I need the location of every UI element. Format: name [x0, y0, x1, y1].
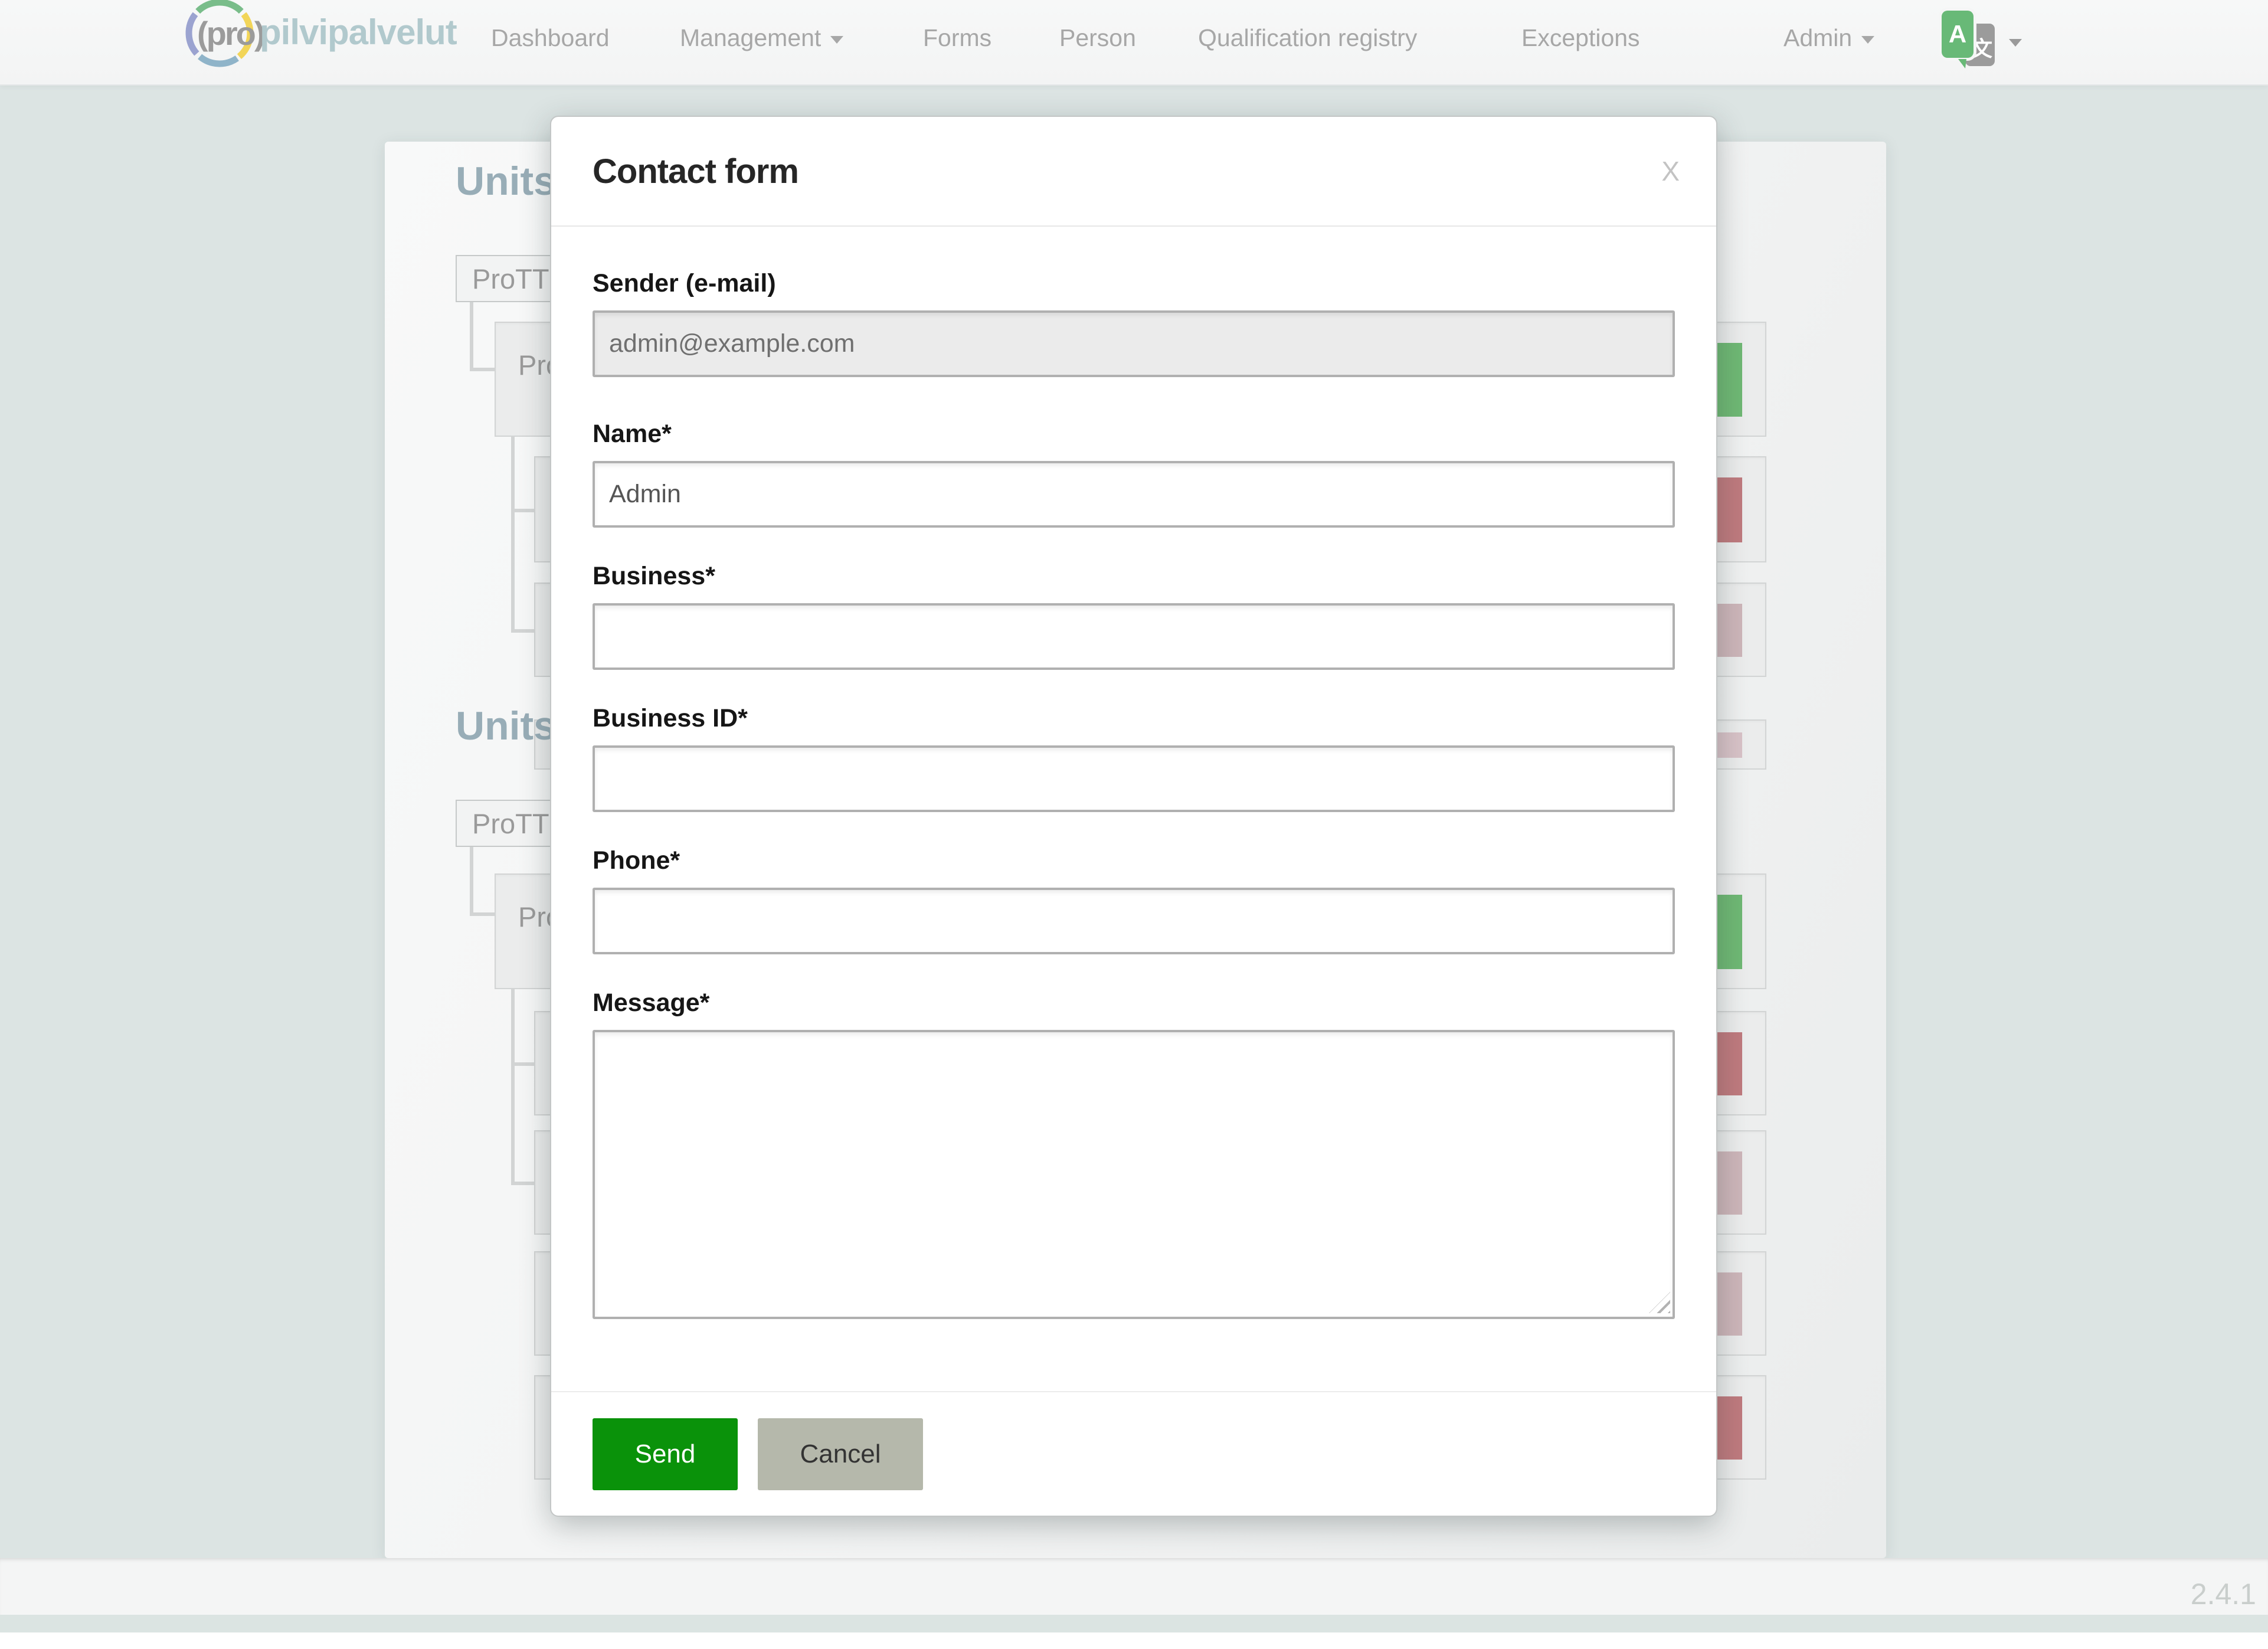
chevron-down-icon: [2009, 39, 2022, 50]
phone-label: Phone*: [593, 846, 1675, 875]
nav-item-management[interactable]: Management: [680, 0, 843, 76]
chevron-down-icon: [1861, 36, 1874, 44]
nav-item-exceptions[interactable]: Exceptions: [1521, 0, 1640, 76]
footer-strip: [0, 1615, 2268, 1632]
tree-connector: [470, 302, 473, 371]
tree-connector: [511, 437, 515, 633]
brand-name-text: pilvipalvelut: [260, 12, 457, 53]
send-button[interactable]: Send: [593, 1418, 738, 1490]
nav-admin-menu[interactable]: Admin: [1783, 0, 1874, 76]
translate-icon-front: A: [1942, 11, 1974, 58]
tree-connector: [511, 629, 535, 633]
close-icon[interactable]: X: [1661, 155, 1680, 187]
footer-white-strip: [0, 1632, 2268, 1649]
cancel-button[interactable]: Cancel: [758, 1418, 923, 1490]
name-field[interactable]: [593, 461, 1675, 528]
tree-connector: [470, 368, 496, 371]
sender-field: [593, 310, 1675, 377]
business-field[interactable]: [593, 603, 1675, 670]
tree-connector: [511, 509, 535, 512]
modal-header: Contact form X: [551, 117, 1716, 227]
top-navbar: (pro) pilvipalvelut Dashboard Management…: [0, 0, 2268, 86]
business-id-field[interactable]: [593, 745, 1675, 812]
contact-form-modal: Contact form X Sender (e-mail) Name* Bus…: [550, 116, 1717, 1517]
sender-label: Sender (e-mail): [593, 269, 1675, 297]
tree-connector: [470, 847, 473, 916]
business-id-label: Business ID*: [593, 704, 1675, 732]
phone-field[interactable]: [593, 888, 1675, 954]
tree-connector: [511, 1062, 535, 1066]
modal-footer: Send Cancel: [551, 1391, 1716, 1516]
nav-item-dashboard[interactable]: Dashboard: [491, 0, 610, 76]
business-label: Business*: [593, 562, 1675, 590]
chevron-down-icon: [830, 36, 843, 44]
language-menu[interactable]: 文 A: [1942, 11, 2030, 76]
nav-item-qualification-registry[interactable]: Qualification registry: [1198, 0, 1417, 76]
app-version: 2.4.1: [2191, 1577, 2256, 1611]
tree-connector: [511, 989, 515, 1185]
message-field[interactable]: [593, 1030, 1675, 1319]
tree-connector: [511, 1182, 535, 1185]
brand-pro-text: (pro): [197, 14, 264, 53]
modal-body: Sender (e-mail) Name* Business* Business…: [551, 227, 1716, 1391]
translate-icon-tail: [1958, 59, 1966, 68]
footer-band: [0, 1558, 2268, 1615]
nav-item-forms[interactable]: Forms: [923, 0, 991, 76]
tree-connector: [470, 912, 496, 916]
units-section-heading: Units: [456, 158, 556, 204]
message-label: Message*: [593, 989, 1675, 1017]
name-label: Name*: [593, 420, 1675, 448]
nav-item-person[interactable]: Person: [1059, 0, 1136, 76]
units-section-heading: Units: [456, 703, 556, 749]
modal-title: Contact form: [593, 152, 798, 191]
